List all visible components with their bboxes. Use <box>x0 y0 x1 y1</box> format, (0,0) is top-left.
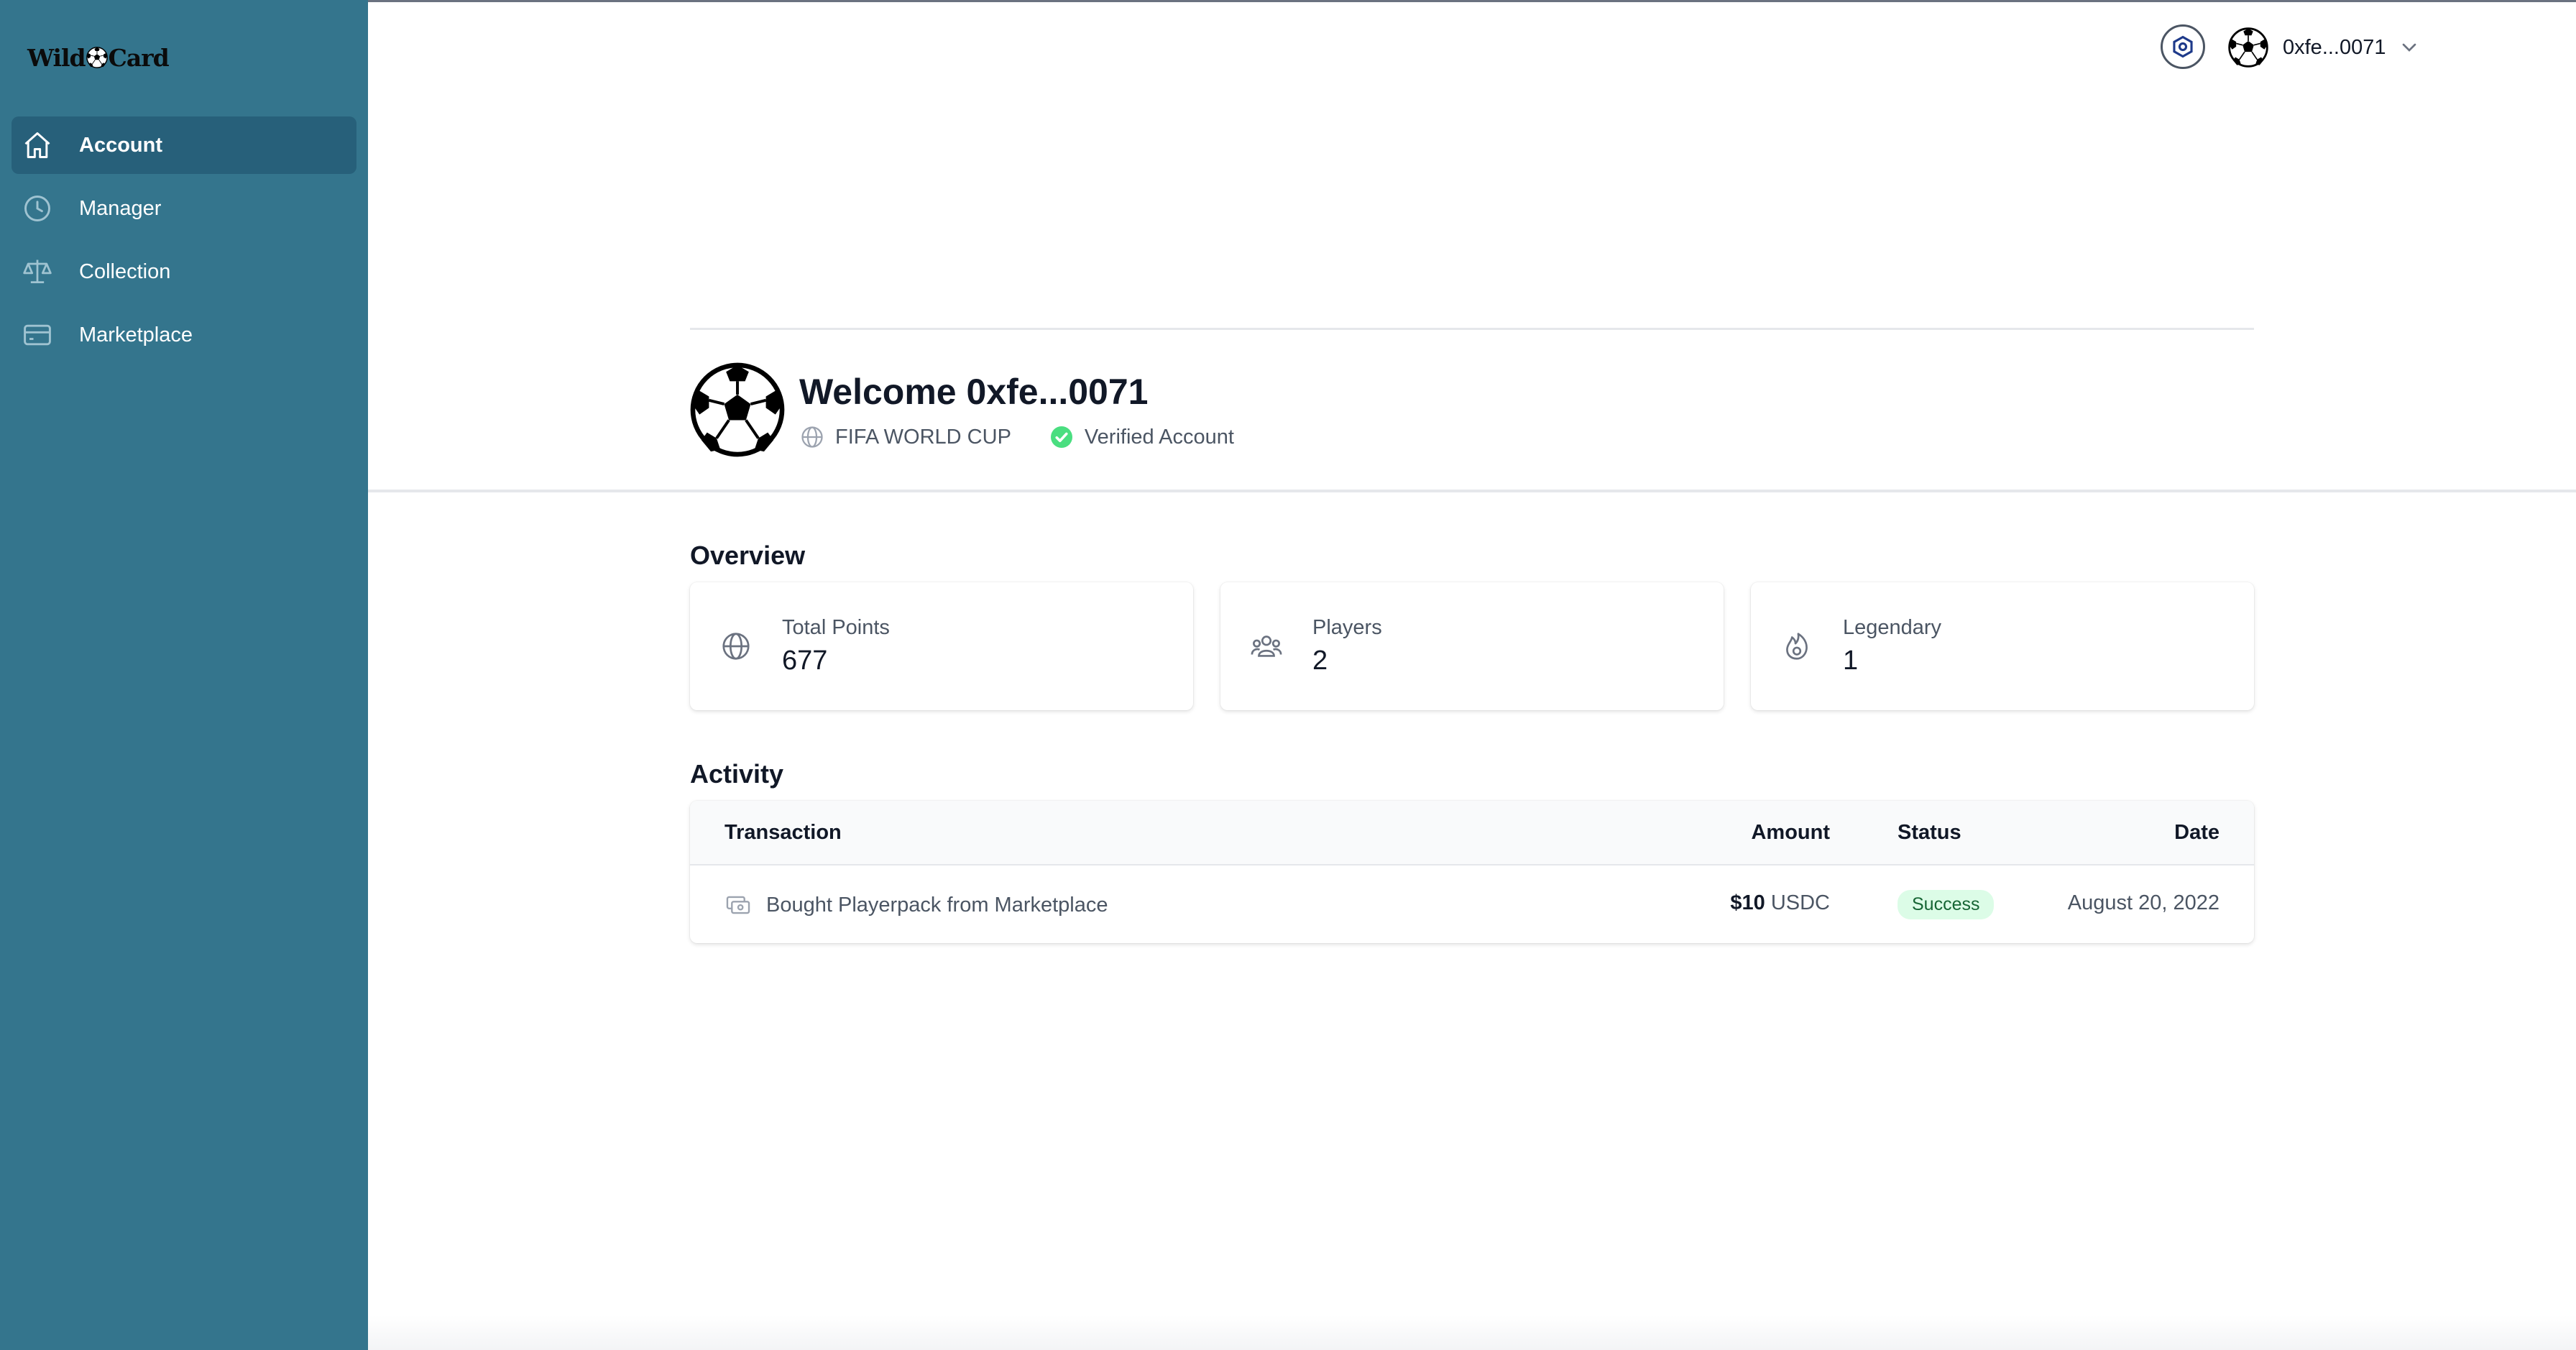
clock-icon <box>20 191 55 226</box>
username: 0xfe...0071 <box>2283 35 2386 59</box>
home-icon <box>20 128 55 162</box>
sidebar-item-marketplace[interactable]: Marketplace <box>12 306 356 364</box>
chevron-down-icon <box>2402 43 2416 52</box>
bottom-edge <box>368 1315 2576 1350</box>
amount-currency: USDC <box>1770 891 1830 914</box>
stat-value: 2 <box>1312 646 1328 676</box>
users-icon <box>1249 629 1284 663</box>
sidebar-item-label: Collection <box>79 260 171 283</box>
transaction-cell: Bought Playerpack from Marketplace <box>724 891 1108 919</box>
column-header-amount: Amount <box>1751 821 1830 844</box>
activity-table: Transaction Amount Status Date Bought Pl… <box>690 801 2254 943</box>
stat-card-players: Players 2 <box>1220 582 1724 710</box>
profile-avatar <box>690 362 785 457</box>
overview-title: Overview <box>690 541 806 570</box>
sidebar-item-label: Marketplace <box>79 323 193 346</box>
page-title: Welcome 0xfe...0071 <box>799 372 1149 412</box>
activity-title: Activity <box>690 759 784 789</box>
sidebar: Wild Card Account Manager Collection Mar… <box>0 0 368 1350</box>
sidebar-item-label: Manager <box>79 196 162 220</box>
table-row[interactable]: Bought Playerpack from Marketplace $10 U… <box>690 865 2254 943</box>
verified-info: Verified Account <box>1049 424 1234 450</box>
overview-cards: Total Points 677 Players 2 Legendary 1 <box>690 582 2254 710</box>
column-header-transaction: Transaction <box>724 821 842 844</box>
app-root: Wild Card Account Manager Collection Mar… <box>0 0 2576 1350</box>
check-circle-icon <box>1050 426 1072 448</box>
amount-value: $10 <box>1730 891 1765 914</box>
wildcard-logo[interactable]: Wild Card <box>27 40 170 75</box>
user-menu[interactable]: 0xfe...0071 <box>2228 26 2421 69</box>
sidebar-nav: Account Manager Collection Marketplace <box>12 116 356 369</box>
avatar <box>2228 27 2268 68</box>
logo-text-left: Wild <box>27 43 86 72</box>
stat-card-legendary: Legendary 1 <box>1751 582 2254 710</box>
globe-icon <box>801 426 823 448</box>
profile-meta: FIFA WORLD CUP Verified Account <box>799 424 1271 450</box>
sidebar-item-manager[interactable]: Manager <box>12 180 356 237</box>
stat-card-total-points: Total Points 677 <box>690 582 1193 710</box>
cash-icon <box>726 896 750 914</box>
logo-ball-icon <box>86 47 108 68</box>
sidebar-item-collection[interactable]: Collection <box>12 243 356 300</box>
status-badge: Success <box>1898 890 1995 919</box>
date-cell: August 20, 2022 <box>2067 891 2220 914</box>
amount-cell: $10 USDC <box>1730 891 1830 915</box>
stat-value: 677 <box>782 646 828 676</box>
transaction-text: Bought Playerpack from Marketplace <box>766 893 1108 917</box>
settings-button[interactable] <box>2161 24 2205 69</box>
window-top-border <box>0 0 2576 2</box>
globe-icon <box>719 629 753 663</box>
credit-card-icon <box>20 318 55 352</box>
league-info: FIFA WORLD CUP <box>799 424 1011 450</box>
scale-icon <box>20 254 55 289</box>
verified-label: Verified Account <box>1084 425 1234 449</box>
sidebar-item-label: Account <box>79 133 162 157</box>
column-header-status: Status <box>1898 821 1961 844</box>
sidebar-item-account[interactable]: Account <box>12 116 356 174</box>
stat-label: Legendary <box>1843 616 1942 639</box>
stat-label: Total Points <box>782 616 890 639</box>
logo-text-right: Card <box>108 43 170 72</box>
stat-value: 1 <box>1843 646 1859 676</box>
column-header-date: Date <box>2174 821 2220 844</box>
hexagon-settings-icon <box>2173 35 2193 58</box>
table-header: Transaction Amount Status Date <box>690 801 2254 865</box>
fire-icon <box>1780 629 1814 663</box>
league-label: FIFA WORLD CUP <box>835 425 1011 449</box>
stat-label: Players <box>1312 616 1382 639</box>
